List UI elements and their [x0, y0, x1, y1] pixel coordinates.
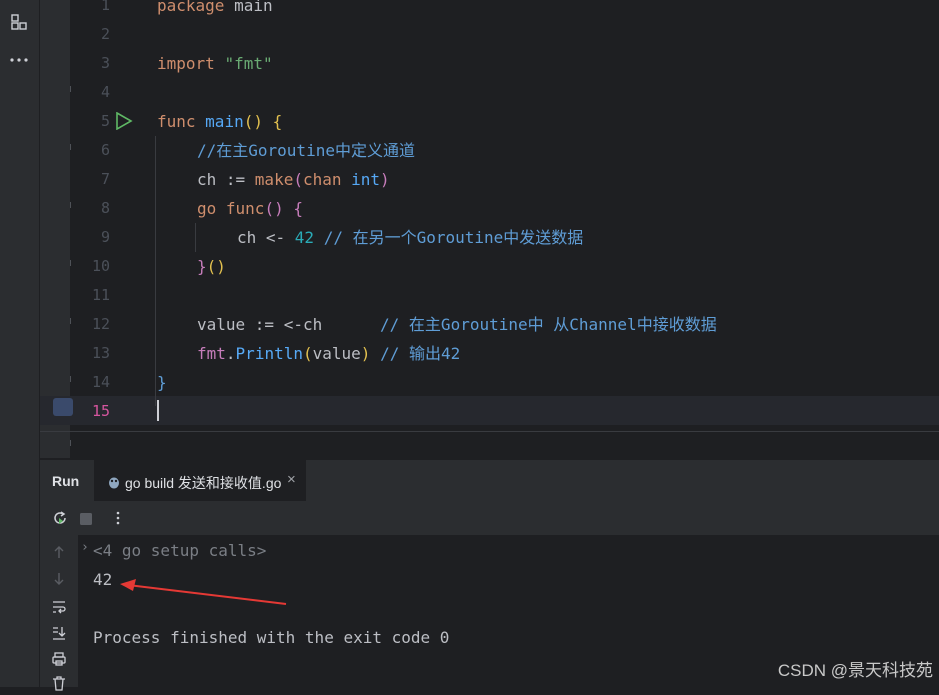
code-line-12: value := <-ch // 在主Goroutine中 从Channel中接…: [197, 315, 717, 334]
run-tab-go-build[interactable]: go build 发送和接收值.go ×: [94, 460, 306, 502]
annotation-arrow: [120, 579, 287, 605]
process-finished-message: Process finished with the exit code 0: [93, 628, 450, 647]
line-number: 14: [91, 373, 110, 391]
line-number: 5: [100, 112, 110, 130]
chevron-right-icon[interactable]: ›: [81, 540, 89, 555]
line-number: 8: [100, 199, 110, 217]
code-editor[interactable]: 1 2 3 4 5 6 7 8 9 10 11 12 13 14 15 pack…: [40, 0, 939, 458]
line-number: 10: [91, 257, 110, 275]
code-line-13: fmt.Println(value) // 输出42: [197, 344, 461, 363]
line-number: 9: [100, 228, 110, 246]
line-number: 7: [100, 170, 110, 188]
code-line-3: import "fmt": [157, 54, 273, 73]
scroll-up-icon[interactable]: [51, 544, 67, 564]
scroll-to-end-icon[interactable]: [51, 625, 67, 645]
stop-icon[interactable]: [79, 511, 93, 530]
print-icon[interactable]: [51, 651, 67, 671]
line-number: 6: [100, 141, 110, 159]
indent-guide: [195, 223, 196, 252]
code-line-8: go func() {: [197, 199, 303, 218]
fold-strip: [40, 0, 71, 458]
line-number: 12: [91, 315, 110, 333]
line-number: 2: [100, 25, 110, 43]
run-gutter-icon[interactable]: [114, 111, 134, 131]
line-number: 1: [100, 0, 110, 14]
run-toolbar: [40, 501, 939, 536]
line-number: 11: [91, 286, 110, 304]
editor-divider: [40, 431, 939, 432]
line-number: 4: [100, 83, 110, 101]
more-icon[interactable]: [9, 50, 29, 70]
current-line-highlight: [40, 396, 939, 425]
tool-window-strip: [0, 0, 40, 687]
code-line-7: ch := make(chan int): [197, 170, 390, 189]
code-line-9: ch <- 42 // 在另一个Goroutine中发送数据: [237, 228, 584, 247]
code-line-1: package main: [157, 0, 273, 15]
line-number: 3: [100, 54, 110, 72]
code-line-10: }(): [197, 257, 226, 276]
scroll-down-icon[interactable]: [51, 571, 67, 591]
code-line-14: }: [157, 373, 167, 392]
code-line-6: //在主Goroutine中定义通道: [197, 141, 415, 160]
indent-guide: [155, 136, 156, 406]
structure-icon[interactable]: [9, 12, 29, 32]
options-icon[interactable]: [110, 510, 126, 530]
program-output: 42: [93, 570, 113, 589]
text-caret: [157, 400, 159, 421]
close-icon[interactable]: ×: [287, 471, 296, 488]
line-number: 13: [91, 344, 110, 362]
setup-calls-folded[interactable]: <4 go setup calls>: [93, 541, 266, 560]
rerun-icon[interactable]: [52, 510, 68, 530]
run-tab-label: go build 发送和接收值.go: [125, 475, 282, 491]
console-side-toolbar: [40, 535, 78, 691]
watermark: CSDN @景天科技苑: [777, 661, 933, 680]
go-file-icon: [108, 474, 120, 489]
line-number-current: 15: [91, 402, 110, 420]
soft-wrap-icon[interactable]: [51, 599, 67, 619]
code-line-5: func main() {: [157, 112, 283, 131]
trash-icon[interactable]: [51, 675, 67, 695]
run-panel-title[interactable]: Run: [52, 473, 79, 489]
run-panel-header: Run go build 发送和接收值.go ×: [40, 459, 939, 502]
